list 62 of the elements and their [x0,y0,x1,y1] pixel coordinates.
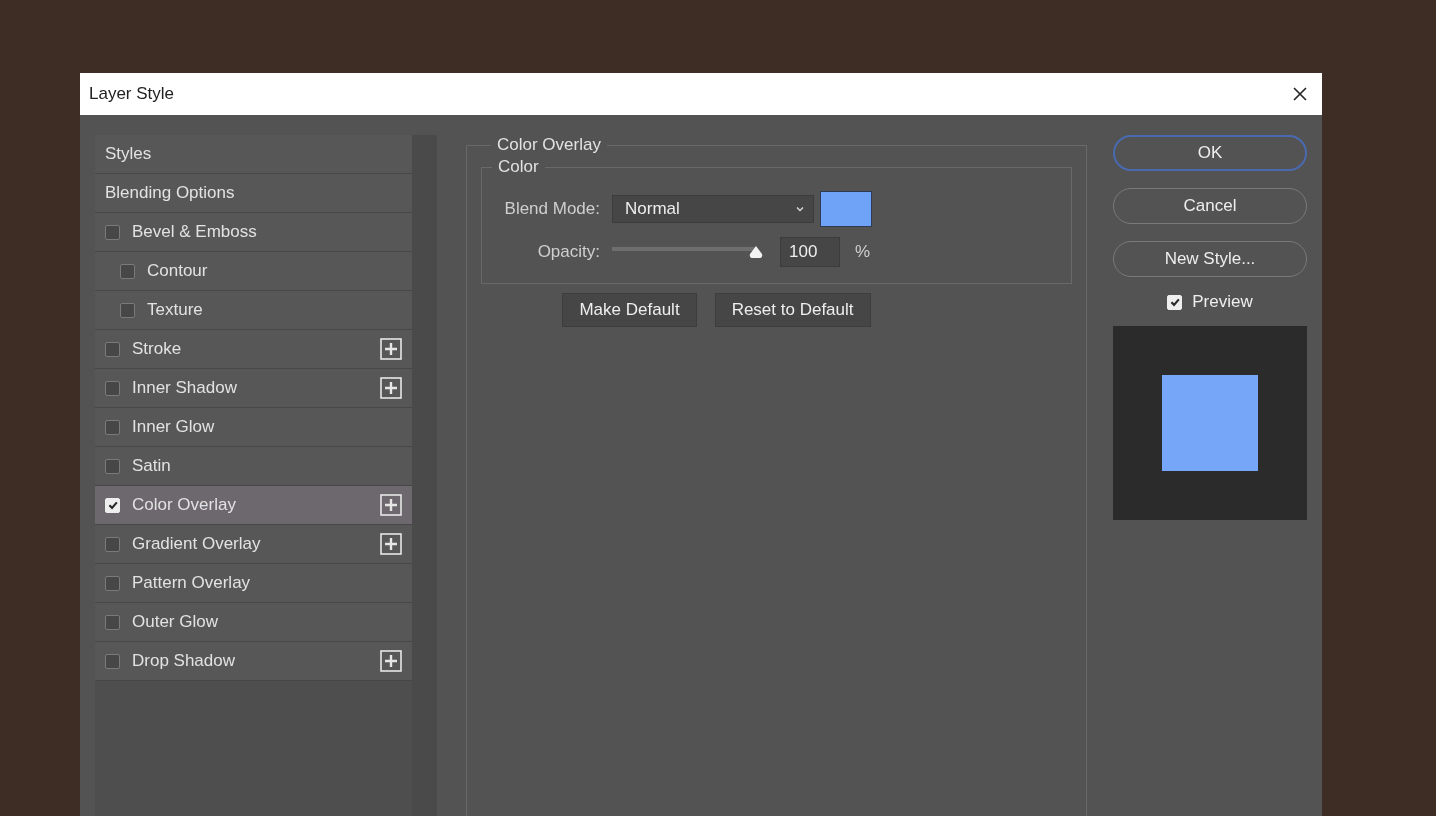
effect-list-item[interactable]: Satin [95,447,412,486]
scrollbar[interactable] [412,135,437,816]
effect-label: Gradient Overlay [132,534,262,554]
dialog-button[interactable]: Cancel [1113,188,1307,224]
group-title: Color Overlay [496,135,602,155]
effect-list-item[interactable]: Drop Shadow [95,642,412,681]
blend-mode-dropdown[interactable]: Normal [612,195,814,223]
unit-label: % [855,242,871,262]
checkbox[interactable] [105,419,120,435]
effect-label: Inner Glow [132,417,216,437]
checkbox[interactable] [105,653,120,669]
slider-thumb[interactable] [748,245,764,259]
effect-label: Outer Glow [132,612,219,632]
close-icon[interactable] [1292,86,1308,102]
effect-list-item[interactable]: Stroke [95,330,412,369]
effect-label: Contour [147,261,209,281]
effect-list-item[interactable]: Outer Glow [95,603,412,642]
add-icon[interactable] [380,650,402,672]
effect-label: Pattern Overlay [132,573,252,593]
add-icon[interactable] [380,377,402,399]
effect-label: Satin [132,456,172,476]
effect-list-item[interactable]: Contour [95,252,412,291]
checkbox[interactable] [105,341,120,357]
effect-list-item[interactable]: Inner Shadow [95,369,412,408]
color-swatch[interactable] [820,191,872,227]
field-label: Blend Mode: [503,199,601,219]
effect-label: Bevel & Emboss [132,222,258,242]
effect-label: Inner Shadow [132,378,238,398]
group-title: Color [497,157,540,177]
effect-list-item[interactable]: Color Overlay [95,486,412,525]
effect-list-item[interactable]: Bevel & Emboss [95,213,412,252]
dialog-button[interactable]: OK [1113,135,1307,171]
opacity-input[interactable]: 100 [780,237,840,267]
checkbox[interactable] [105,536,120,552]
checkbox[interactable] [105,380,120,396]
checkbox[interactable] [105,575,120,591]
style-list-item[interactable]: Blending Options [95,174,412,213]
effect-list-item[interactable]: Texture [95,291,412,330]
add-icon[interactable] [380,494,402,516]
checkbox[interactable] [105,458,120,474]
effect-label: Stroke [132,339,183,359]
checkbox[interactable] [105,224,120,240]
checkbox[interactable] [120,302,135,318]
preview-label: Preview [1192,292,1253,312]
default-button[interactable]: Reset to Default [714,293,871,327]
field-label: Opacity: [536,242,601,262]
effect-list-item[interactable]: Inner Glow [95,408,412,447]
window-title: Layer Style [89,84,175,104]
checkbox[interactable] [105,614,120,630]
effect-list-item[interactable]: Pattern Overlay [95,564,412,603]
dialog-button[interactable]: New Style... [1113,241,1307,277]
effect-label: Drop Shadow [132,651,236,671]
effect-list-item[interactable]: Gradient Overlay [95,525,412,564]
effect-label: Color Overlay [132,495,237,515]
add-icon[interactable] [380,533,402,555]
effect-label: Texture [147,300,204,320]
caret-icon [795,204,805,214]
style-list-item[interactable]: Styles [95,135,412,174]
checkbox[interactable] [120,263,135,279]
default-button[interactable]: Make Default [562,293,697,327]
add-icon[interactable] [380,338,402,360]
opacity-slider[interactable] [612,244,764,260]
